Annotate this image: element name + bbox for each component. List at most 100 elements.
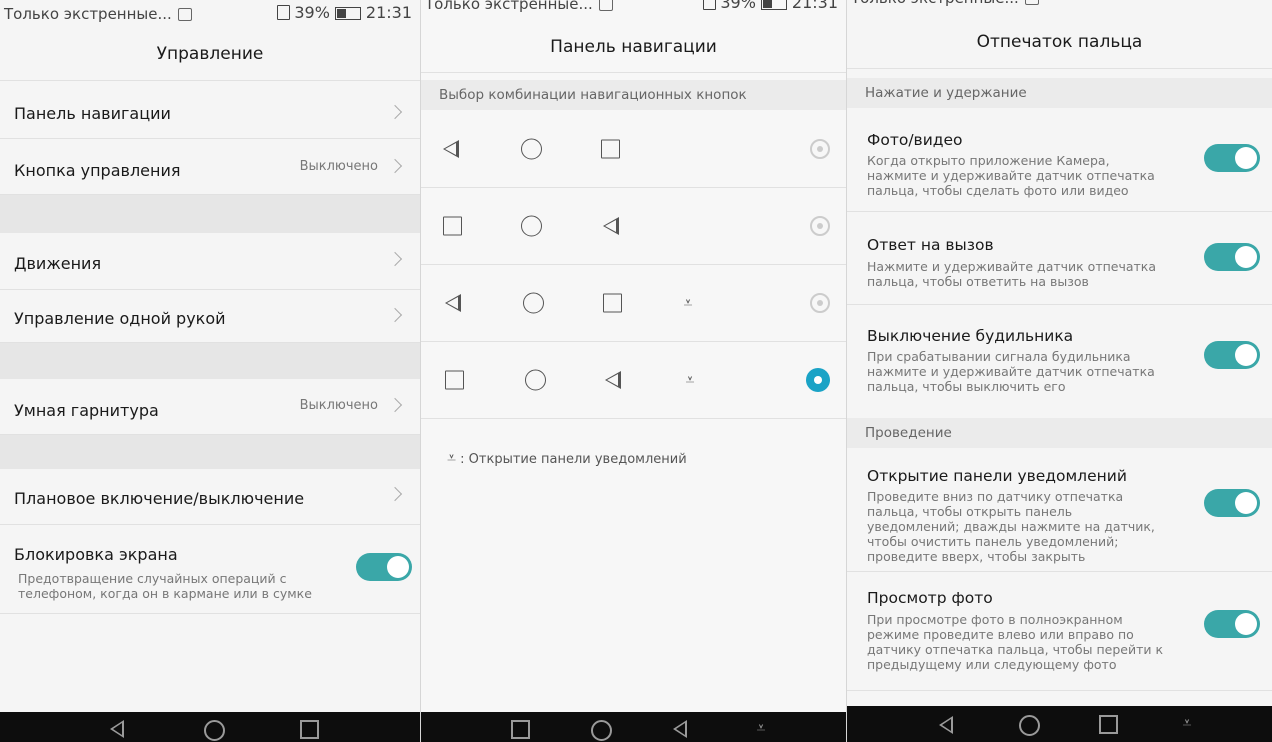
recents-icon xyxy=(445,370,464,390)
option-desc: Когда открыто приложение Камера, нажмите… xyxy=(867,153,1155,198)
combo-radio-selected[interactable] xyxy=(806,368,830,392)
home-icon xyxy=(525,369,546,391)
nav-recents-button[interactable] xyxy=(511,720,530,739)
notification-pull-icon[interactable]: ⩡ xyxy=(753,720,769,736)
menu-item-control-button[interactable]: Кнопка управления Выключено xyxy=(0,139,420,195)
status-bar: Только экстренные... 39% 21:31 xyxy=(421,0,846,18)
recents-icon xyxy=(511,720,530,739)
nav-back-button[interactable] xyxy=(673,720,687,738)
back-icon xyxy=(603,217,619,235)
notification-pull-icon: ⩡ xyxy=(685,370,695,389)
menu-item-smart-headset[interactable]: Умная гарнитура Выключено xyxy=(0,379,420,435)
menu-item-motions[interactable]: Движения xyxy=(0,233,420,290)
option-desc: Нажмите и удерживайте датчик отпечатка п… xyxy=(867,259,1157,289)
menu-item-label: Движения xyxy=(14,254,102,273)
option-title: Открытие панели уведомлений xyxy=(867,467,1127,485)
menu-item-label: Панель навигации xyxy=(14,104,171,123)
section-header: Проведение xyxy=(847,418,1272,448)
chevron-right-icon xyxy=(387,486,403,502)
status-bar: Только экстренные... xyxy=(847,0,1272,12)
image-notification-icon xyxy=(598,0,613,11)
nav-combo-option-selected[interactable]: ⩡ xyxy=(421,342,846,419)
chevron-right-icon xyxy=(387,307,403,323)
option-title: Ответ на вызов xyxy=(867,236,994,254)
fingerprint-option-photo[interactable]: Фото/видео Когда открыто приложение Каме… xyxy=(847,109,1272,212)
screen-lock-desc: Предотвращение случайных операций с теле… xyxy=(18,571,312,601)
back-icon xyxy=(445,294,461,312)
system-nav-bar: ⩡ xyxy=(421,712,846,742)
status-bar: Только экстренные... 39% 21:31 xyxy=(0,0,420,28)
notification-pull-icon[interactable]: ⩡ xyxy=(1179,715,1195,731)
section-divider xyxy=(0,195,420,233)
battery-percent: 39% xyxy=(720,0,756,12)
fingerprint-option-answer-call[interactable]: Ответ на вызов Нажмите и удерживайте дат… xyxy=(847,212,1272,305)
menu-item-one-hand[interactable]: Управление одной рукой xyxy=(0,290,420,343)
recents-icon xyxy=(601,139,620,159)
option-desc: Проведите вниз по датчику отпечатка паль… xyxy=(867,489,1155,564)
option-toggle[interactable] xyxy=(1204,144,1260,172)
recents-icon xyxy=(443,216,462,236)
chevron-right-icon xyxy=(387,158,403,174)
back-icon xyxy=(939,716,953,734)
home-icon xyxy=(204,720,225,741)
chevron-right-icon xyxy=(387,104,403,120)
menu-item-label: Кнопка управления xyxy=(14,161,181,180)
fingerprint-option-notifications[interactable]: Открытие панели уведомлений Проведите вн… xyxy=(847,449,1272,572)
image-notification-icon xyxy=(1024,0,1039,5)
option-toggle[interactable] xyxy=(1204,243,1260,271)
sim-icon xyxy=(277,5,291,20)
nav-back-button[interactable] xyxy=(939,716,953,734)
screen-control: Только экстренные... 39% 21:31 Управление… xyxy=(0,0,420,742)
nav-home-button[interactable] xyxy=(1019,715,1040,736)
nav-recents-button[interactable] xyxy=(300,720,319,739)
option-desc: При просмотре фото в полноэкранном режим… xyxy=(867,612,1164,672)
section-header: Нажатие и удержание xyxy=(847,78,1272,108)
option-toggle[interactable] xyxy=(1204,341,1260,369)
sim-icon xyxy=(703,0,717,10)
image-notification-icon xyxy=(177,8,192,21)
menu-item-value: Выключено xyxy=(299,159,378,174)
fingerprint-option-photo-browse[interactable]: Просмотр фото При просмотре фото в полно… xyxy=(847,572,1272,691)
status-time: 21:31 xyxy=(791,0,838,12)
nav-back-button[interactable] xyxy=(110,720,124,738)
back-icon xyxy=(673,720,687,738)
notification-pull-icon: ⩡ xyxy=(683,293,693,312)
fingerprint-option-alarm[interactable]: Выключение будильника При срабатывании с… xyxy=(847,305,1272,419)
notification-pull-icon: ⩡ xyxy=(447,448,457,467)
status-notice: Только экстренные... xyxy=(425,0,593,13)
nav-home-button[interactable] xyxy=(591,720,612,741)
back-icon xyxy=(443,140,459,158)
battery-icon xyxy=(334,7,361,20)
legend-text: : Открытие панели уведомлений xyxy=(460,452,687,467)
chevron-right-icon xyxy=(387,397,403,413)
nav-home-button[interactable] xyxy=(204,720,225,741)
combo-radio[interactable] xyxy=(810,216,830,236)
home-icon xyxy=(523,292,544,314)
nav-combo-option[interactable]: ⩡ xyxy=(421,265,846,342)
menu-item-scheduled-power[interactable]: Плановое включение/выключение xyxy=(0,469,420,525)
status-notice: Только экстренные... xyxy=(4,5,172,23)
menu-item-value: Выключено xyxy=(299,398,378,413)
option-toggle[interactable] xyxy=(1204,489,1260,517)
screen-lock-toggle[interactable] xyxy=(356,553,412,581)
combo-radio[interactable] xyxy=(810,139,830,159)
home-icon xyxy=(591,720,612,741)
status-notice: Только экстренные... xyxy=(851,0,1019,7)
nav-recents-button[interactable] xyxy=(1099,715,1118,734)
back-icon xyxy=(605,371,621,389)
system-nav-bar: ⩡ xyxy=(847,706,1272,742)
section-header: Выбор комбинации навигационных кнопок xyxy=(421,80,846,110)
home-icon xyxy=(1019,715,1040,736)
combo-radio[interactable] xyxy=(810,293,830,313)
home-icon xyxy=(521,138,542,160)
option-toggle[interactable] xyxy=(1204,610,1260,638)
menu-item-screen-lock[interactable]: Блокировка экрана Предотвращение случайн… xyxy=(0,525,420,614)
menu-item-navigation-bar[interactable]: Панель навигации xyxy=(0,86,420,139)
page-title: Управление xyxy=(0,28,420,81)
nav-combo-option[interactable] xyxy=(421,188,846,265)
menu-item-label: Плановое включение/выключение xyxy=(14,489,305,508)
battery-icon xyxy=(760,0,787,10)
recents-icon xyxy=(300,720,319,739)
nav-combo-option[interactable] xyxy=(421,111,846,188)
option-title: Фото/видео xyxy=(867,131,963,149)
